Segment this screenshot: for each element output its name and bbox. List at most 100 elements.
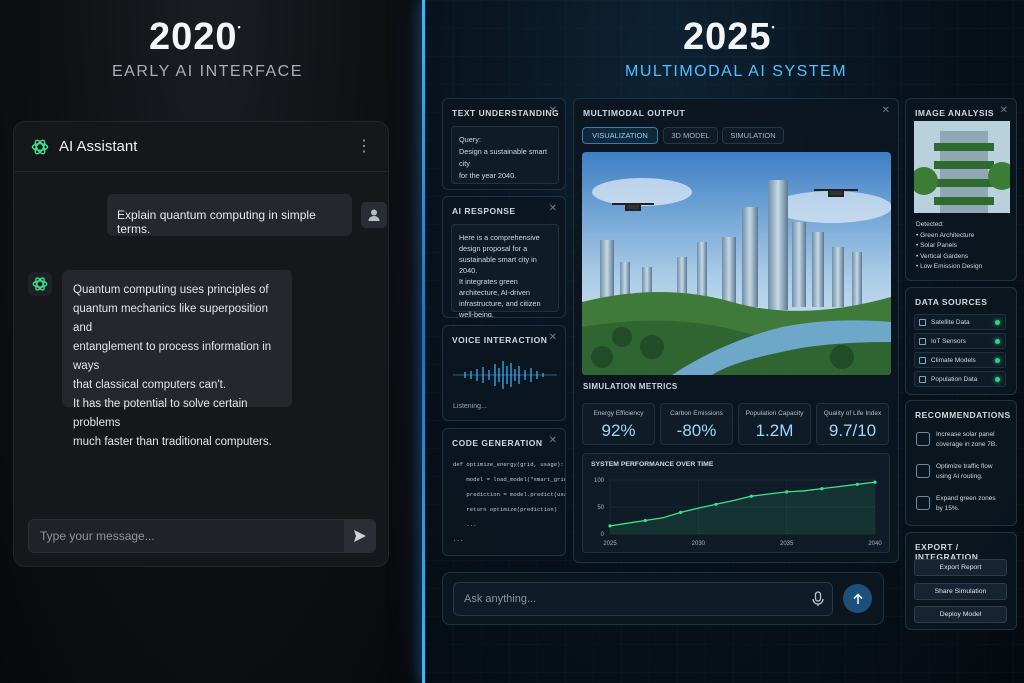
status-dot: [995, 320, 1000, 325]
send-button[interactable]: [344, 520, 375, 552]
metric-label: Carbon Emissions: [670, 410, 723, 417]
x-tick-label: 2040: [868, 541, 882, 547]
data-source-label: Population Data: [931, 375, 978, 383]
metric-population-capacity: Population Capacity 1.2M: [738, 403, 811, 445]
deploy-model-button[interactable]: Deploy Model: [914, 606, 1007, 623]
code-line: ...: [453, 536, 464, 543]
close-icon[interactable]: ✕: [549, 105, 557, 116]
chat-header: AI Assistant ⋮: [14, 122, 388, 172]
data-point: [714, 502, 718, 506]
panel-title: VOICE INTERACTION: [452, 335, 548, 345]
microphone-icon[interactable]: [812, 591, 824, 607]
ask-bar: Ask anything...: [442, 572, 884, 625]
close-icon[interactable]: ✕: [549, 332, 557, 343]
panel-title: DATA SOURCES: [915, 297, 988, 307]
recommendation-text: Increase solar panel: [936, 431, 995, 438]
data-source-row[interactable]: IoT Sensors: [914, 333, 1006, 349]
text-understanding-panel: TEXT UNDERSTANDING ✕ Query: Design a sus…: [442, 98, 566, 190]
data-source-row[interactable]: Satellite Data: [914, 314, 1006, 330]
recommendation-text: Expand green zones: [936, 495, 996, 502]
panel-title: CODE GENERATION: [452, 438, 543, 448]
tab-visualization[interactable]: VISUALIZATION: [582, 127, 658, 144]
close-icon[interactable]: ✕: [549, 435, 557, 446]
solar-icon: [916, 432, 930, 446]
panel-title: TEXT UNDERSTANDING: [452, 108, 560, 118]
code-line: def optimize_energy(grid, usage):: [453, 461, 564, 468]
x-tick-label: 2030: [692, 541, 706, 547]
population-icon: [919, 376, 926, 383]
response-line: design proposal for a: [459, 244, 528, 253]
detected-list: Detected: • Green Architecture • Solar P…: [916, 220, 982, 273]
submit-button[interactable]: [843, 584, 872, 613]
metric-label: Energy Efficiency: [593, 410, 644, 417]
code-generation-panel: CODE GENERATION ✕ def optimize_energy(gr…: [442, 428, 566, 556]
y-tick-label: 50: [597, 505, 604, 511]
share-simulation-button[interactable]: Share Simulation: [914, 583, 1007, 600]
data-point: [873, 480, 877, 484]
performance-chart-card: SYSTEM PERFORMANCE OVER TIME 0 50 100 2025 2…: [582, 453, 890, 553]
building-analysis-image: [914, 121, 1010, 213]
export-integration-panel: EXPORT / INTEGRATION Export Report Share…: [905, 532, 1017, 630]
data-source-row[interactable]: Population Data: [914, 371, 1006, 387]
recommendation-item: Optimize traffic flow using AI routing.: [914, 462, 1006, 482]
series-area: [610, 482, 875, 534]
voice-status: Listening...: [453, 403, 487, 410]
response-line: It integrates green: [459, 277, 518, 286]
query-label: Query:: [459, 135, 481, 144]
ask-input[interactable]: Ask anything...: [453, 582, 833, 616]
data-sources-panel: DATA SOURCES Satellite Data IoT Sensors …: [905, 287, 1017, 395]
assistant-line: quantum mechanics like superposition and: [73, 303, 268, 334]
status-dot: [995, 377, 1000, 382]
recommendation-item: Expand green zones by 15%.: [914, 494, 1006, 514]
query-line: Design a sustainable smart city: [459, 147, 548, 168]
data-point: [643, 518, 647, 523]
response-box: Here is a comprehensive design proposal …: [451, 224, 559, 317]
detected-label: Detected:: [916, 221, 944, 228]
data-point: [608, 524, 612, 528]
query-line: for the year 2040.: [459, 171, 517, 180]
message-input-placeholder[interactable]: Type your message...: [29, 529, 344, 543]
code-line: return optimize(prediction): [453, 506, 558, 513]
assistant-line: entanglement to process information in w…: [73, 341, 272, 372]
more-options-icon[interactable]: ⋮: [356, 138, 372, 155]
tab-3d-model[interactable]: 3D MODEL: [663, 127, 718, 144]
message-input[interactable]: Type your message...: [28, 519, 376, 553]
data-source-row[interactable]: Climate Models: [914, 352, 1006, 368]
chat-title: AI Assistant: [59, 138, 138, 155]
assistant-line: Quantum computing uses principles of: [73, 284, 269, 296]
metrics-heading: SIMULATION METRICS: [583, 382, 678, 391]
panel-title: RECOMMENDATIONS: [915, 410, 1011, 420]
export-report-button[interactable]: Export Report: [914, 559, 1007, 576]
close-icon[interactable]: ✕: [1000, 105, 1008, 116]
arrow-up-icon: [852, 592, 863, 604]
smart-city-render-image: [582, 152, 891, 375]
close-icon[interactable]: ✕: [882, 105, 890, 116]
voice-interaction-panel: VOICE INTERACTION ✕ Listening...: [442, 325, 566, 421]
left-half: 2020• EARLY AI INTERFACE AI Assistant ⋮ …: [0, 0, 424, 683]
assistant-avatar-icon: [28, 272, 52, 296]
panel-title: IMAGE ANALYSIS: [915, 108, 995, 118]
data-point: [855, 482, 859, 486]
panel-title: MULTIMODAL OUTPUT: [583, 108, 686, 118]
assistant-line: much faster than traditional computers.: [73, 436, 272, 448]
recommendation-item: Increase solar panel coverage in zone 7B.: [914, 430, 1006, 450]
response-line: well-being.: [459, 310, 494, 318]
user-message: Explain quantum computing in simple term…: [107, 194, 352, 236]
metric-carbon-emissions: Carbon Emissions -80%: [660, 403, 733, 445]
response-line: Here is a comprehensive: [459, 233, 540, 242]
send-icon: [353, 530, 366, 542]
metric-value: 92%: [601, 421, 636, 440]
panel-title: AI RESPONSE: [452, 206, 516, 216]
recommendation-text: by 15%.: [936, 505, 960, 512]
satellite-icon: [919, 319, 926, 326]
detected-item: • Green Architecture: [916, 231, 975, 239]
data-source-label: Satellite Data: [931, 318, 970, 326]
metric-value: 9.7/10: [828, 421, 877, 440]
metric-quality-of-life: Quality of Life Index 9.7/10: [816, 403, 889, 445]
close-icon[interactable]: ✕: [549, 203, 557, 214]
tab-simulation[interactable]: SIMULATION: [722, 127, 784, 144]
status-dot: [995, 358, 1000, 363]
data-point: [820, 487, 824, 491]
voice-waveform-icon: [453, 361, 557, 389]
image-analysis-panel: IMAGE ANALYSIS ✕ Detected: • Green Archi…: [905, 98, 1017, 281]
